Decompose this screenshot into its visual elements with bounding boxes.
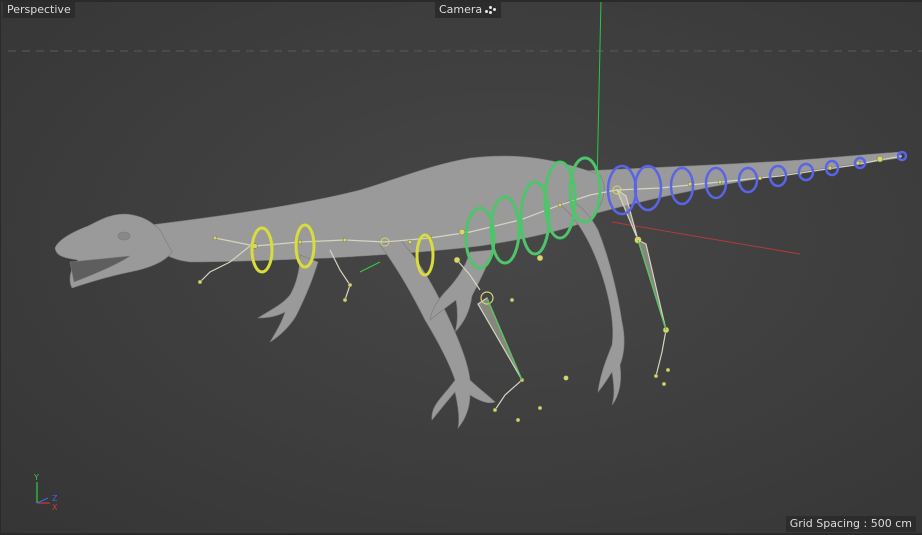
joint[interactable] bbox=[509, 297, 515, 303]
gizmo-x-label: X bbox=[52, 503, 58, 512]
joint[interactable] bbox=[557, 202, 563, 208]
gizmo-z-axis bbox=[36, 497, 49, 504]
joint[interactable] bbox=[197, 279, 203, 285]
gizmo-z-label: Z bbox=[52, 494, 58, 503]
world-y-axis bbox=[596, 0, 602, 186]
hind-foot-bones bbox=[655, 329, 667, 377]
viewport-frame-left bbox=[0, 0, 1, 535]
joint[interactable] bbox=[687, 181, 693, 187]
joint[interactable] bbox=[342, 297, 348, 303]
joint[interactable] bbox=[453, 256, 461, 264]
joint[interactable] bbox=[347, 282, 353, 288]
camera-label-text: Camera bbox=[439, 3, 483, 16]
front-hand-bones-near bbox=[494, 379, 523, 411]
joint[interactable] bbox=[665, 367, 671, 373]
joint[interactable] bbox=[537, 405, 543, 411]
gizmo-y-label: Y bbox=[33, 473, 39, 482]
joint[interactable] bbox=[342, 237, 348, 243]
joint[interactable] bbox=[407, 239, 413, 245]
joint[interactable] bbox=[492, 407, 498, 413]
joint[interactable] bbox=[212, 235, 218, 241]
view-name-label[interactable]: Perspective bbox=[3, 2, 75, 18]
joint[interactable] bbox=[855, 160, 861, 166]
camera-menu[interactable]: Camera bbox=[435, 2, 502, 18]
scene-canvas[interactable] bbox=[0, 0, 922, 535]
front-leg-bone-near bbox=[477, 297, 523, 381]
joint[interactable] bbox=[876, 155, 884, 163]
3d-viewport[interactable]: Perspective Camera Y Z X Grid Spacing : … bbox=[0, 0, 922, 535]
joint[interactable] bbox=[757, 175, 763, 181]
joint[interactable] bbox=[653, 373, 659, 379]
joint[interactable] bbox=[536, 254, 544, 262]
eye-mesh bbox=[117, 231, 131, 241]
camera-icon bbox=[485, 5, 497, 15]
axis-gizmo: Y Z X bbox=[33, 473, 58, 512]
joint[interactable] bbox=[515, 417, 521, 423]
torso-mesh bbox=[149, 155, 605, 263]
joint[interactable] bbox=[717, 179, 723, 185]
grid-spacing-label: Grid Spacing : 500 cm bbox=[785, 516, 916, 532]
joint[interactable] bbox=[661, 381, 667, 387]
joint[interactable] bbox=[297, 239, 303, 245]
joint[interactable] bbox=[827, 165, 833, 171]
joint[interactable] bbox=[563, 375, 569, 381]
joint[interactable] bbox=[458, 228, 466, 236]
head-mesh bbox=[54, 213, 173, 289]
creature-mesh[interactable] bbox=[54, 151, 902, 430]
